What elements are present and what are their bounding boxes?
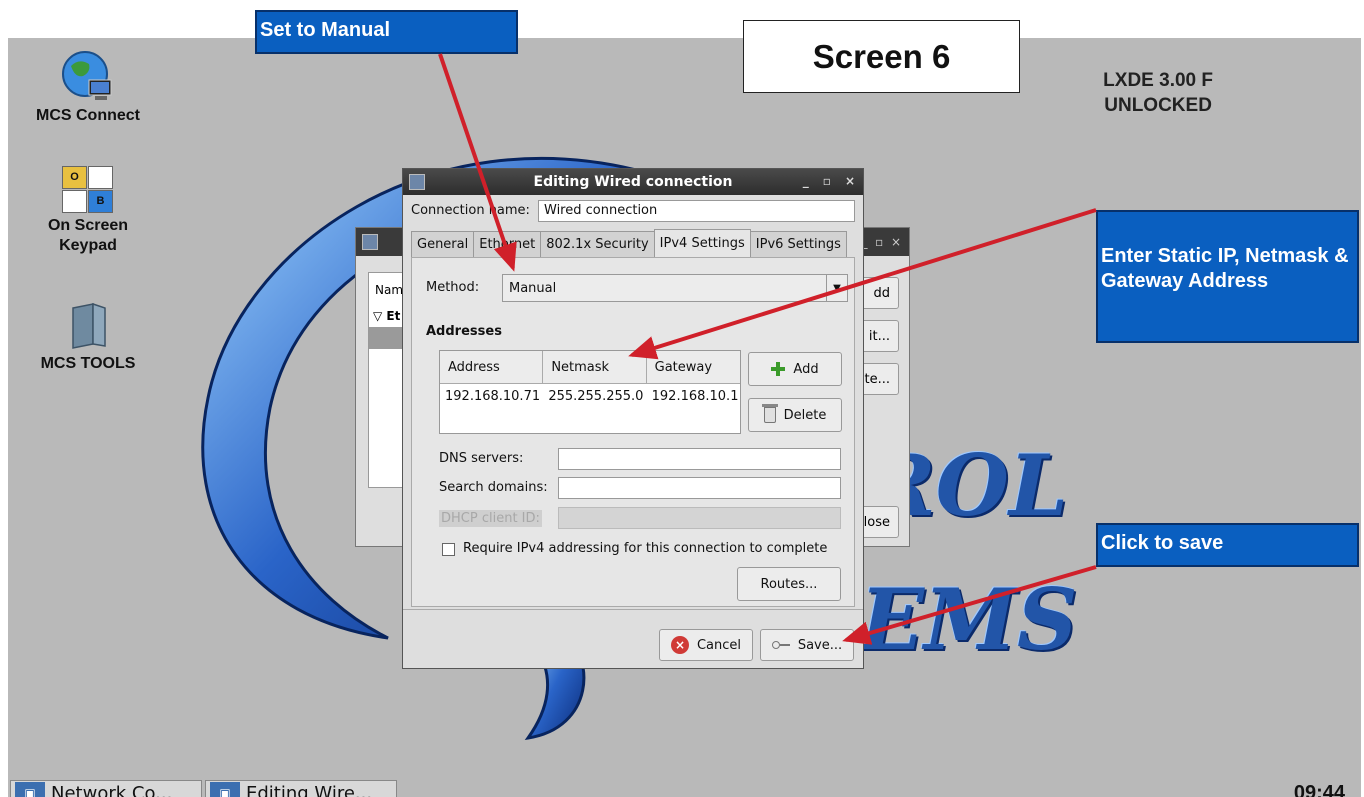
require-ipv4-checkbox[interactable] [442,543,455,556]
dhcp-client-id-label: DHCP client ID: [439,510,542,527]
callout-set-manual: Set to Manual [255,10,518,54]
version-line: LXDE 3.00 F [1103,70,1213,91]
taskbar-item-network[interactable]: ▣ Network Co... [10,780,202,797]
method-value: Manual [509,280,557,296]
window-icon [362,234,378,250]
delete-label: Delete [783,407,827,423]
save-label: Save... [797,637,843,653]
keypad-key-b: B [88,190,113,213]
tab-ipv4-settings[interactable]: IPv4 Settings [653,229,751,257]
window-controls[interactable]: _ ▫ × [862,235,901,249]
window-icon: ▣ [15,782,45,797]
delete-address-button[interactable]: Delete [748,398,842,432]
save-button[interactable]: Save... [760,629,854,661]
method-select[interactable]: Manual ▼ [502,274,848,302]
search-domains-label: Search domains: [439,480,548,495]
method-label: Method: [426,280,480,295]
window-controls: _ ▫ × [803,174,855,188]
list-group-label: Et [386,309,401,323]
folder-icon [72,302,106,349]
connection-name-input[interactable]: Wired connection [538,200,855,222]
tab-8021x-security[interactable]: 802.1x Security [540,231,655,257]
close-icon[interactable]: × [845,174,855,188]
tab-general[interactable]: General [411,231,475,257]
clock: 09:44 [1293,782,1345,797]
require-ipv4-label[interactable]: Require IPv4 addressing for this connect… [463,541,827,556]
trash-icon [761,404,778,423]
tab-ipv6-settings[interactable]: IPv6 Settings [749,231,847,257]
connection-name-label: Connection name: [411,203,530,218]
table-row[interactable]: 192.168.10.71 255.255.255.0 192.168.10.1 [440,384,740,408]
callout-enter-static: Enter Static IP, Netmask & Gateway Addre… [1096,210,1359,343]
add-address-button[interactable]: Add [748,352,842,386]
desktop-icon-label: MCS Connect [36,107,140,124]
column-header-gateway[interactable]: Gateway [647,351,740,383]
addresses-heading: Addresses [426,324,502,339]
dhcp-client-id-input [558,507,841,529]
dialog-title: Editing Wired connection [533,174,733,190]
window-icon [409,174,425,190]
cancel-label: Cancel [696,637,742,653]
cancel-button[interactable]: × Cancel [659,629,753,661]
table-header: Address Netmask Gateway [440,351,740,384]
minimize-icon[interactable]: _ [803,174,809,188]
version-status: LXDE 3.00 F UNLOCKED [1103,68,1213,118]
dns-servers-label: DNS servers: [439,451,524,466]
screen-label: Screen 6 [743,20,1020,93]
editing-wired-dialog: Editing Wired connection _ ▫ × Connectio… [402,168,864,669]
desktop-icon-label: MCS TOOLS [40,355,136,372]
routes-button[interactable]: Routes... [737,567,841,601]
tab-ethernet[interactable]: Ethernet [473,231,542,257]
column-header-address[interactable]: Address [440,351,544,383]
button-separator [403,609,863,610]
desktop-icon-keypad[interactable]: O B On Screen Keypad [33,166,143,256]
plus-icon [771,362,786,376]
tab-bar: General Ethernet 802.1x Security IPv4 Se… [411,229,847,257]
ipv4-settings-panel: Method: Manual ▼ Addresses Address Netma… [411,257,855,607]
taskbar-item-label: Network Co... [51,782,173,797]
lock-status: UNLOCKED [1104,95,1212,116]
desktop-icon-mcs-connect[interactable]: MCS Connect [33,50,143,126]
globe-computer-icon [62,51,112,100]
cell-gateway[interactable]: 192.168.10.1 [647,389,740,404]
maximize-icon[interactable]: ▫ [823,174,831,188]
taskbar-item-editing[interactable]: ▣ Editing Wire... [205,780,397,797]
column-header-netmask[interactable]: Netmask [543,351,647,383]
desktop-icon-mcs-tools[interactable]: MCS TOOLS [33,300,143,374]
callout-click-save: Click to save [1096,523,1359,567]
key-icon [771,640,790,650]
cell-netmask[interactable]: 255.255.255.0 [543,389,646,404]
keypad-icon: O B [62,166,114,213]
dialog-titlebar: Editing Wired connection _ ▫ × [403,169,863,195]
addresses-table[interactable]: Address Netmask Gateway 192.168.10.71 25… [439,350,741,434]
desktop-icon-label: On Screen Keypad [47,217,129,254]
cell-address[interactable]: 192.168.10.71 [440,389,543,404]
keypad-key-o: O [62,166,87,189]
window-icon: ▣ [210,782,240,797]
taskbar-item-label: Editing Wire... [246,782,373,797]
search-domains-input[interactable] [558,477,841,499]
cancel-icon: × [670,636,689,654]
wallpaper-text-ems: EMS [860,570,1078,669]
dropdown-arrow-icon[interactable]: ▼ [826,275,847,301]
dns-servers-input[interactable] [558,448,841,470]
add-label: Add [793,361,819,377]
